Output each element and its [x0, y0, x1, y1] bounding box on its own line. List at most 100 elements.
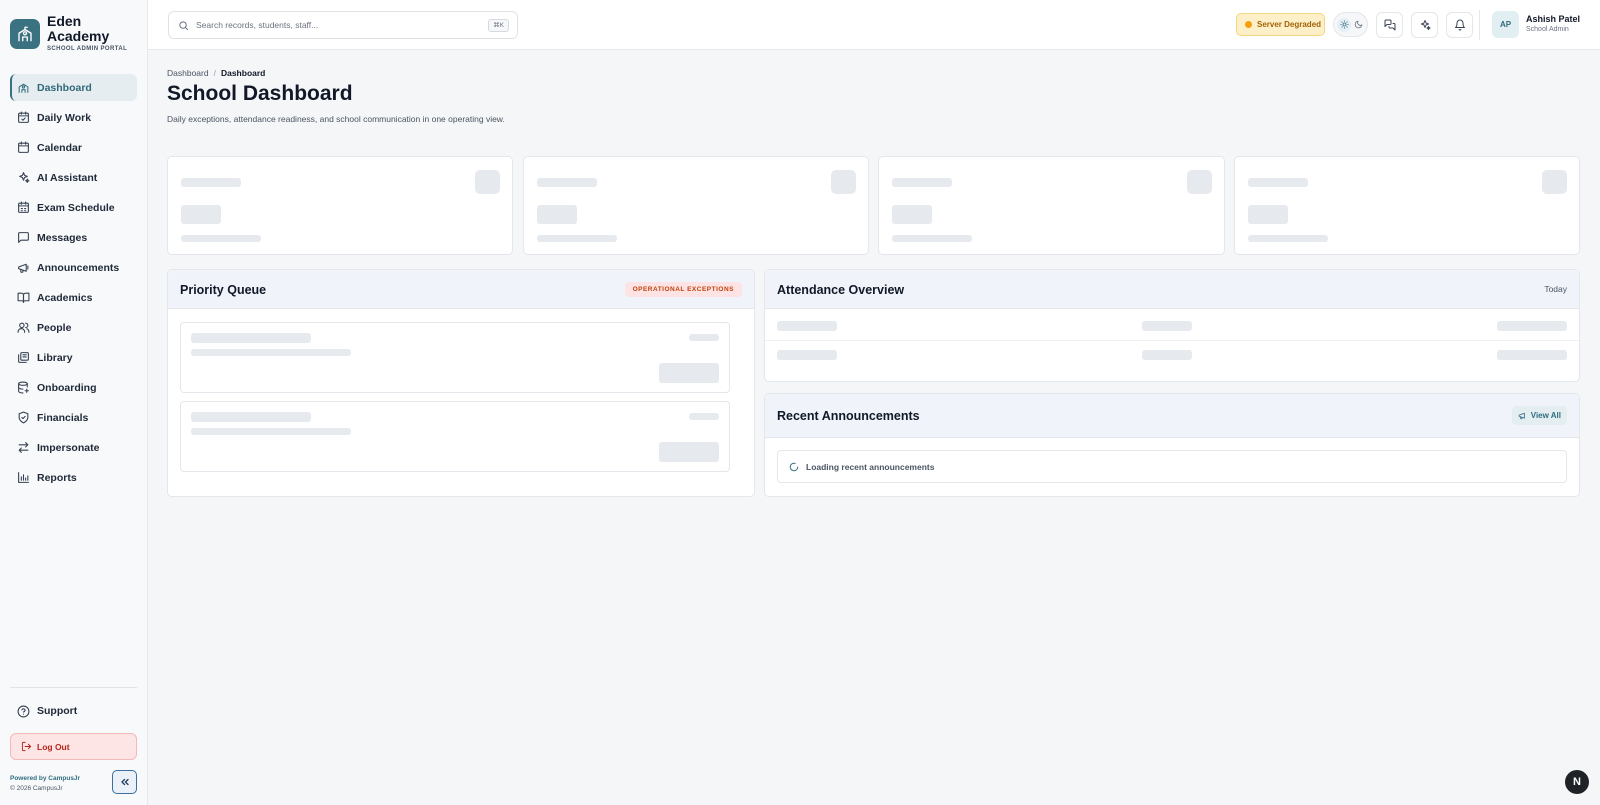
skeleton-line: [1497, 321, 1567, 331]
sidebar-item-label: Financials: [37, 411, 89, 424]
notifications-button[interactable]: [1446, 12, 1473, 38]
search-icon: [179, 20, 189, 30]
panel-title: Recent Announcements: [777, 409, 920, 423]
skeleton-line: [777, 350, 837, 360]
loading-state: Loading recent announcements: [777, 450, 1567, 483]
operational-exceptions-badge: OPERATIONAL EXCEPTIONS: [624, 282, 742, 297]
breadcrumb: Dashboard / Dashboard: [167, 68, 265, 78]
brand-subtitle: SCHOOL ADMIN PORTAL: [47, 46, 128, 52]
panel-header: Recent Announcements View All: [765, 394, 1579, 438]
skeleton-line: [1248, 178, 1308, 187]
logout-button[interactable]: Log Out: [10, 733, 137, 760]
skeleton-value: [892, 205, 932, 224]
status-dot: [1245, 21, 1252, 28]
sidebar-item-label: Library: [37, 351, 73, 364]
attendance-row-skeleton: [765, 312, 1579, 341]
bar-chart-icon: [18, 472, 29, 483]
sidebar-item-announcements[interactable]: Announcements: [10, 254, 137, 281]
search-input[interactable]: Search records, students, staff... ⌘K: [168, 11, 518, 39]
server-status-badge[interactable]: Server Degraded: [1236, 13, 1325, 36]
sidebar-item-onboarding[interactable]: Onboarding: [10, 374, 137, 401]
attendance-row-skeleton: [765, 341, 1579, 370]
calendar-icon: [18, 141, 29, 153]
moon-icon[interactable]: [1351, 18, 1365, 32]
collapse-sidebar-button[interactable]: [112, 770, 137, 794]
skeleton-line: [537, 235, 617, 242]
sidebar-item-impersonate[interactable]: Impersonate: [10, 434, 137, 461]
loading-text: Loading recent announcements: [806, 461, 935, 472]
messages-button[interactable]: [1376, 12, 1403, 38]
arrows-swap-icon: [18, 442, 29, 453]
skeleton-line: [1248, 235, 1328, 242]
brand-name: Eden Academy: [47, 13, 110, 44]
database-icon: [18, 381, 29, 394]
skeleton-line: [1142, 350, 1192, 360]
sidebar-item-exam-schedule[interactable]: Exam Schedule: [10, 194, 137, 221]
sun-icon[interactable]: [1337, 17, 1351, 32]
sidebar-item-label: Reports: [37, 471, 77, 484]
user-name[interactable]: Ashish Patel: [1526, 14, 1580, 24]
view-all-button[interactable]: View All: [1511, 406, 1567, 425]
skeleton-icon: [1542, 170, 1567, 194]
skeleton-line: [191, 349, 351, 356]
skeleton-line: [1142, 321, 1192, 331]
skeleton-line: [1497, 350, 1567, 360]
sidebar-item-label: Academics: [37, 291, 93, 304]
skeleton-button: [659, 442, 719, 462]
users-icon: [17, 322, 30, 333]
skeleton-line: [689, 334, 719, 341]
skeleton-value: [1248, 205, 1288, 224]
sidebar-item-dashboard[interactable]: Dashboard: [10, 74, 137, 101]
chevrons-left-icon: [120, 778, 129, 786]
brand[interactable]: Eden Academy SCHOOL ADMIN PORTAL: [10, 14, 127, 52]
sidebar-item-academics[interactable]: Academics: [10, 284, 137, 311]
priority-queue-panel: Priority Queue OPERATIONAL EXCEPTIONS: [167, 269, 755, 497]
sidebar-item-ai-assistant[interactable]: AI Assistant: [10, 164, 137, 191]
view-all-label: View All: [1530, 411, 1561, 420]
sidebar-item-daily-work[interactable]: Daily Work: [10, 104, 137, 131]
loading-spinner-icon: [789, 462, 799, 471]
avatar[interactable]: AP: [1492, 11, 1519, 38]
skeleton-icon: [1187, 170, 1212, 194]
sidebar-item-label: Messages: [37, 231, 88, 244]
message-square-icon: [18, 232, 29, 243]
user-role: School Admin: [1526, 26, 1569, 33]
sidebar-item-people[interactable]: People: [10, 314, 137, 341]
sidebar-item-label: AI Assistant: [37, 171, 98, 184]
sidebar-item-label: Daily Work: [37, 111, 92, 124]
skeleton-value: [181, 205, 221, 224]
skeleton-line: [892, 235, 972, 242]
skeleton-line: [181, 235, 261, 242]
sidebar: Eden Academy SCHOOL ADMIN PORTAL Dashboa…: [0, 0, 148, 805]
sidebar-item-library[interactable]: Library: [10, 344, 137, 371]
panel-title: Attendance Overview: [777, 283, 905, 297]
breadcrumb-home[interactable]: Dashboard: [167, 68, 209, 78]
skeleton-line: [191, 428, 351, 435]
sidebar-divider: [10, 687, 137, 688]
skeleton-line: [181, 178, 241, 187]
skeleton-icon: [475, 170, 500, 194]
top-header: Search records, students, staff... ⌘K Se…: [148, 0, 1600, 50]
sidebar-item-label: Exam Schedule: [37, 201, 115, 214]
copyright: © 2026 CampusJr: [10, 785, 63, 792]
sidebar-item-calendar[interactable]: Calendar: [10, 134, 137, 161]
support-link[interactable]: Support: [10, 699, 137, 723]
megaphone-icon: [18, 263, 29, 273]
queue-item-skeleton: [180, 322, 730, 393]
theme-toggle[interactable]: [1333, 12, 1368, 37]
sidebar-item-reports[interactable]: Reports: [10, 464, 137, 491]
bell-icon: [1454, 19, 1465, 31]
sparkles-icon: [19, 172, 30, 183]
calendar-check-icon: [18, 111, 29, 123]
stat-card-skeleton: [878, 156, 1225, 255]
skeleton-line: [892, 178, 952, 187]
stat-card-skeleton: [1234, 156, 1580, 255]
school-icon: [18, 83, 29, 93]
sidebar-nav: Dashboard Daily Work Calendar AI Assista…: [10, 74, 137, 494]
support-label: Support: [37, 705, 78, 717]
sidebar-item-financials[interactable]: Financials: [10, 404, 137, 431]
powered-by[interactable]: Powered by CampusJr: [10, 775, 80, 782]
ai-assistant-button[interactable]: [1411, 12, 1438, 38]
dev-tools-badge[interactable]: N: [1565, 770, 1589, 794]
sidebar-item-messages[interactable]: Messages: [10, 224, 137, 251]
